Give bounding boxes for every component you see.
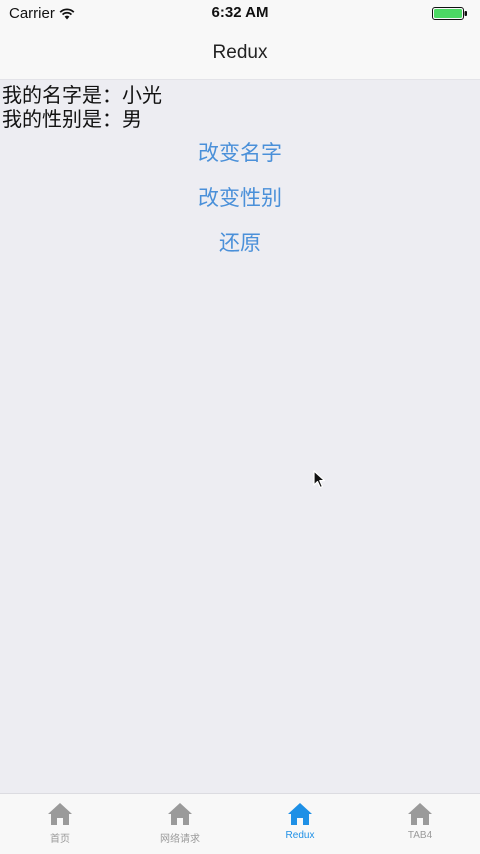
home-icon	[48, 803, 72, 825]
page-title: Redux	[212, 42, 268, 63]
tab-network-request[interactable]: 网络请求	[120, 794, 240, 854]
status-bar: Carrier 6:32 AM	[0, 0, 480, 28]
tab-bar: 首页 网络请求 Redux TAB4	[0, 793, 480, 854]
tab-home[interactable]: 首页	[0, 794, 120, 854]
home-icon	[168, 803, 192, 825]
tab-redux[interactable]: Redux	[240, 794, 360, 854]
change-name-button[interactable]: 改变名字	[140, 136, 340, 168]
gender-display: 我的性别是：男	[2, 107, 142, 131]
change-gender-button[interactable]: 改变性别	[140, 181, 340, 213]
tab-label: Redux	[285, 830, 315, 841]
tab-label: 网络请求	[160, 834, 200, 845]
tab-tab4[interactable]: TAB4	[360, 794, 480, 854]
tab-label: 首页	[50, 834, 70, 845]
tab-label: TAB4	[407, 830, 433, 841]
reset-button[interactable]: 还原	[140, 226, 340, 258]
battery-icon	[432, 7, 467, 20]
home-icon	[288, 803, 312, 825]
mouse-cursor-icon	[313, 470, 326, 489]
home-icon	[408, 803, 432, 825]
redux-screen: 我的名字是：小光 我的性别是：男 改变名字 改变性别 还原	[0, 80, 480, 793]
navigation-bar: Redux	[0, 28, 480, 80]
name-display: 我的名字是：小光	[2, 83, 162, 107]
status-time: 6:32 AM	[211, 4, 269, 21]
